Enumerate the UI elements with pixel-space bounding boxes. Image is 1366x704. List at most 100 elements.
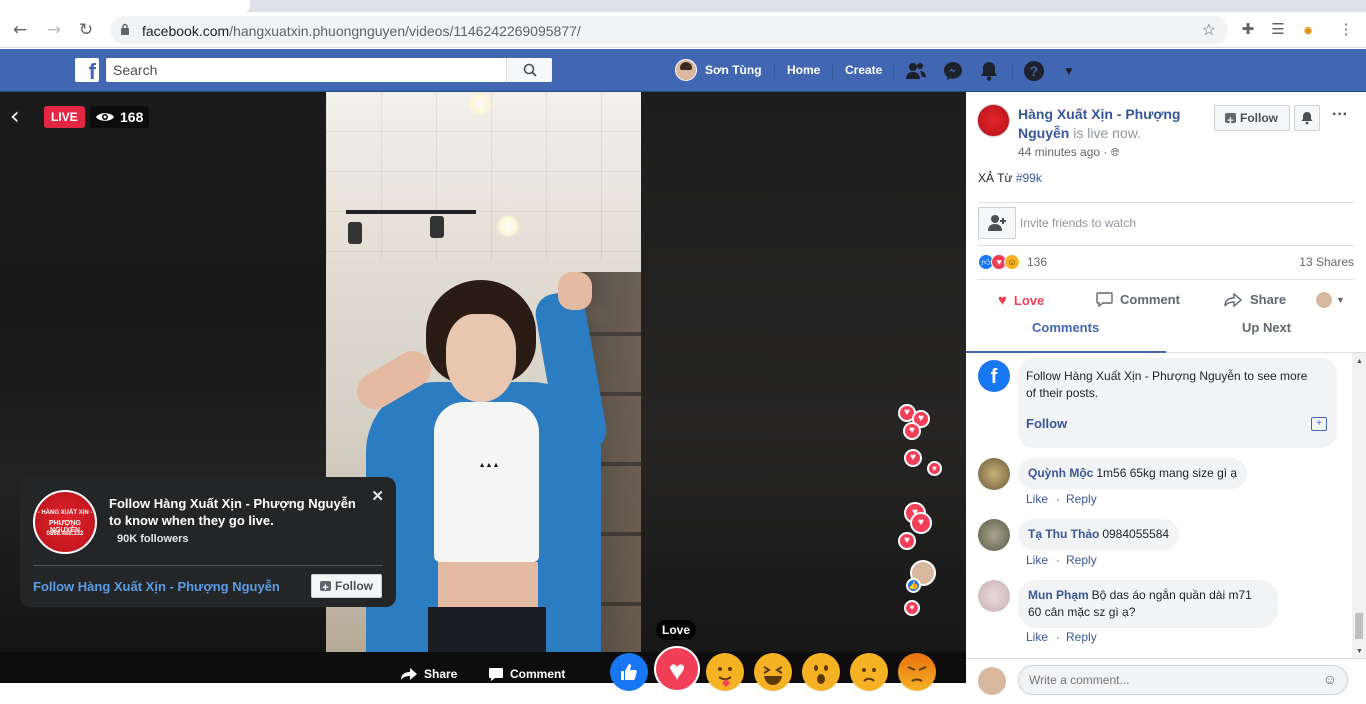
follow-page-link[interactable]: Follow Hàng Xuất Xịn - Phượng Nguyễn: [33, 579, 280, 594]
comment-icon: [489, 668, 503, 681]
follow-button[interactable]: Follow: [311, 574, 382, 599]
friend-requests-icon[interactable]: [905, 60, 927, 82]
live-video-player[interactable]: ▲▲▲ ‹ LIVE 168 - HÀNG XUẤT XỊN - PHƯỢNG …: [0, 92, 966, 683]
post-time: 44 minutes ago · 🌐︎: [1018, 145, 1120, 159]
comment-reply-link[interactable]: Reply: [1066, 492, 1097, 506]
messenger-icon[interactable]: [942, 60, 964, 82]
live-status: is live now.: [1073, 125, 1141, 141]
profile-link[interactable]: Sơn Tùng: [675, 59, 762, 81]
browser-menu-icon[interactable]: ⋮: [1336, 20, 1356, 40]
notification-bell-button[interactable]: [1294, 105, 1320, 131]
search-box: [106, 58, 552, 82]
commenter-name[interactable]: Tạ Thu Thảo: [1028, 527, 1099, 541]
laughing-face-icon: [763, 666, 783, 685]
comment-icon: [1096, 292, 1113, 307]
sad-reaction-button[interactable]: [850, 653, 888, 691]
comment-text: 1m56 65kg mang size gì ạ: [1096, 466, 1238, 480]
scrollbar-thumb[interactable]: [1355, 613, 1363, 639]
reload-icon[interactable]: ↻: [76, 20, 96, 40]
comment-bubble: Quỳnh Mộc 1m56 65kg mang size gì ạ: [1018, 458, 1248, 489]
reaction-summary[interactable]: 👍︎ ♥ ☺ 136: [978, 254, 1047, 270]
facebook-logo-icon[interactable]: f: [75, 58, 99, 84]
wow-reaction-button[interactable]: [802, 653, 840, 691]
divider: [978, 279, 1354, 280]
comment-avatar[interactable]: [978, 458, 1010, 490]
tab-up-next[interactable]: Up Next: [1242, 320, 1291, 335]
notifications-bell-icon[interactable]: [978, 60, 1000, 82]
close-icon[interactable]: ✕: [371, 487, 384, 505]
love-action-button[interactable]: ♥ Love: [998, 292, 1044, 309]
back-icon[interactable]: ←: [10, 20, 30, 40]
help-icon[interactable]: ?: [1023, 60, 1045, 82]
adidas-logo: ▲▲▲: [478, 462, 500, 469]
reaction-tooltip: Love: [656, 620, 697, 640]
follow-button[interactable]: Follow: [1214, 105, 1290, 133]
bookmark-star-icon[interactable]: ☆: [1202, 20, 1216, 40]
ceiling-light: [496, 214, 520, 238]
extensions-puzzle-icon[interactable]: ✚: [1238, 20, 1258, 40]
viewer-count-value: 168: [120, 109, 144, 125]
follow-suggestion-link[interactable]: Follow: [1026, 416, 1067, 431]
scroll-down-icon[interactable]: ▼: [1356, 648, 1363, 655]
emoji-icon[interactable]: ☺: [1323, 671, 1337, 687]
tab-comments[interactable]: Comments: [1032, 320, 1099, 335]
share-arrow-icon: [401, 668, 417, 680]
angry-face-icon: [907, 666, 927, 682]
hashtag-link[interactable]: #99k: [1016, 171, 1042, 185]
search-input[interactable]: [106, 58, 506, 82]
shares-count[interactable]: 13 Shares: [1299, 255, 1354, 269]
facebook-top-bar: f Sơn Tùng Home Create ? ▼: [0, 49, 1366, 92]
comment-like-link[interactable]: Like: [1026, 630, 1048, 644]
angry-reaction-button[interactable]: [898, 653, 936, 691]
address-bar[interactable]: facebook.com/hangxuatxin.phuongnguyen/vi…: [110, 16, 1228, 44]
create-link[interactable]: Create: [845, 63, 882, 77]
comment-text: 0984055584: [1102, 527, 1170, 541]
share-control[interactable]: Share: [400, 667, 457, 681]
eye-icon: [96, 113, 114, 121]
reading-list-icon[interactable]: ☰: [1268, 20, 1288, 40]
comment-like-link[interactable]: Like: [1026, 492, 1048, 506]
surprised-face-icon: [814, 665, 828, 684]
search-button[interactable]: [506, 58, 552, 82]
commenter-name[interactable]: Quỳnh Mộc: [1028, 466, 1093, 480]
scroll-up-icon[interactable]: ▲: [1356, 358, 1363, 365]
follow-plus-icon[interactable]: +: [1311, 417, 1327, 431]
haha-reaction-button[interactable]: [754, 653, 792, 691]
back-arrow-icon[interactable]: ‹: [10, 104, 20, 128]
comment-input-box[interactable]: ☺: [1018, 665, 1348, 695]
divider: [978, 202, 1354, 203]
globe-icon: 🌐︎: [1110, 147, 1120, 159]
comment-control[interactable]: Comment: [488, 667, 565, 681]
nav-divider: [893, 63, 894, 79]
home-link[interactable]: Home: [787, 63, 820, 77]
more-options-icon[interactable]: ···: [1332, 106, 1348, 124]
love-reaction-button[interactable]: ♥: [654, 646, 700, 692]
page-avatar[interactable]: [977, 104, 1010, 137]
browser-tab[interactable]: [258, 0, 438, 12]
comment-action-button[interactable]: Comment: [1096, 292, 1180, 307]
browser-tab-active[interactable]: [0, 0, 250, 12]
comment-reply-link[interactable]: Reply: [1066, 630, 1097, 644]
like-reaction-button[interactable]: [610, 653, 648, 691]
comments-scrollbar[interactable]: ▲ ▼: [1352, 353, 1366, 663]
add-friend-icon[interactable]: [978, 207, 1016, 239]
follow-plus-icon: [1225, 109, 1236, 133]
comment-input[interactable]: [1029, 673, 1309, 687]
comment-avatar[interactable]: [978, 580, 1010, 612]
forward-icon[interactable]: →: [44, 20, 64, 40]
avatar: [675, 59, 697, 81]
extension-logo-icon[interactable]: ◉: [1298, 20, 1318, 40]
comment-actions: Like · Reply: [1026, 492, 1097, 506]
follow-suggestion-card: Follow Hàng Xuất Xịn - Phượng Nguyễn to …: [1018, 358, 1337, 448]
comment-like-link[interactable]: Like: [1026, 553, 1048, 567]
followers-count: 90K followers: [117, 533, 189, 545]
comment-avatar[interactable]: [978, 519, 1010, 551]
post-as-selector[interactable]: ▼: [1316, 292, 1345, 308]
invite-friends-link[interactable]: Invite friends to watch: [1020, 216, 1136, 230]
comment-reply-link[interactable]: Reply: [1066, 553, 1097, 567]
account-menu-chevron-icon[interactable]: ▼: [1058, 60, 1080, 82]
care-reaction-button[interactable]: [706, 653, 744, 691]
heart-reaction-icon: ♥: [904, 449, 922, 467]
share-action-button[interactable]: Share: [1224, 292, 1286, 307]
commenter-name[interactable]: Mun Phạm: [1028, 588, 1089, 602]
